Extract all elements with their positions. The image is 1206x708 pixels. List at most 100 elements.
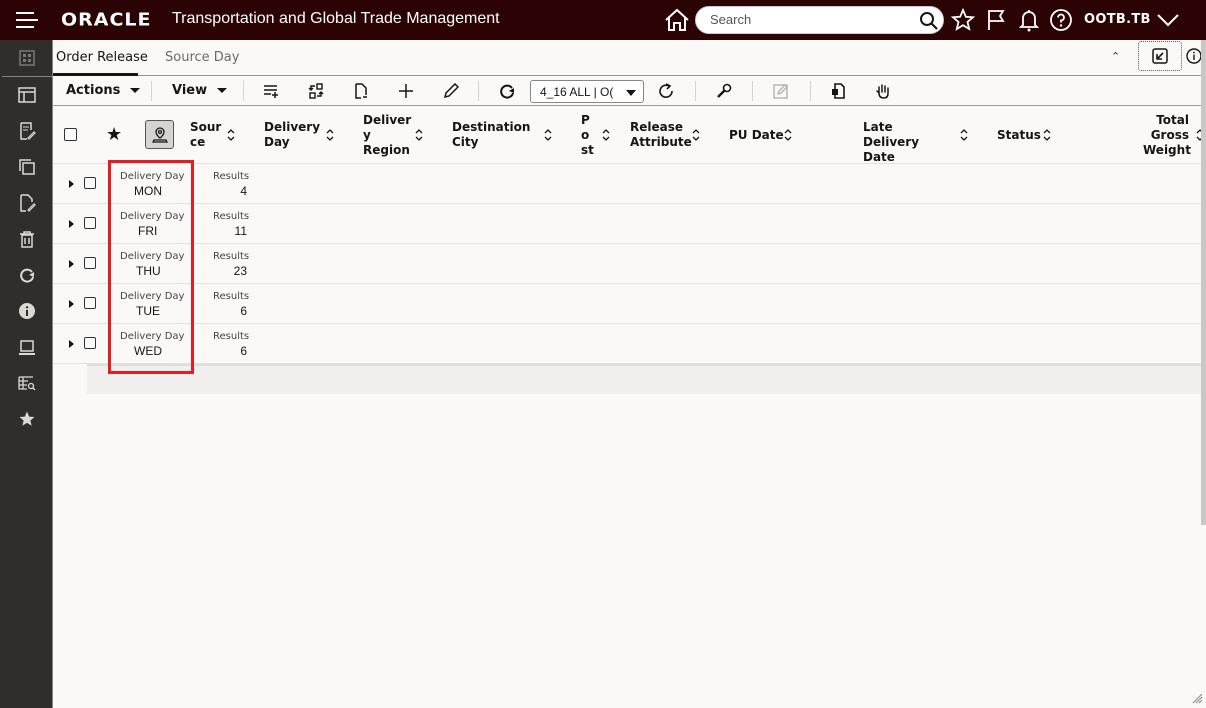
- column-header-delivery-region[interactable]: Deliver y Region: [363, 113, 411, 158]
- column-header-total-gross-weight[interactable]: Total Gross Weight: [1143, 113, 1191, 158]
- sidebar-edit-form-icon[interactable]: [17, 121, 37, 141]
- results-label: Results: [213, 211, 250, 222]
- sort-icon[interactable]: [227, 129, 235, 141]
- oracle-logo: ORACLE: [61, 9, 152, 31]
- notifications-bell-icon[interactable]: [1017, 8, 1041, 32]
- row-checkbox[interactable]: [84, 177, 96, 189]
- actions-menu-button[interactable]: Actions: [66, 83, 141, 98]
- wrench-icon[interactable]: [715, 82, 733, 100]
- map-button[interactable]: [145, 120, 174, 149]
- sort-icon[interactable]: [415, 129, 423, 141]
- caret-down-icon: [130, 88, 141, 93]
- toolbar-divider: [478, 81, 479, 101]
- column-header-delivery-day[interactable]: Delivery Day: [264, 120, 324, 150]
- sort-icon[interactable]: [692, 129, 700, 141]
- caret-down-icon: [626, 90, 636, 96]
- top-bar: ORACLE Transportation and Global Trade M…: [0, 0, 1206, 40]
- user-menu[interactable]: OOTB.TB: [1084, 12, 1151, 27]
- expand-row-icon[interactable]: [69, 300, 74, 308]
- detach-button[interactable]: [1138, 41, 1182, 71]
- expand-row-icon[interactable]: [69, 220, 74, 228]
- copy-document-icon[interactable]: [829, 82, 847, 100]
- edit-disabled-icon: [772, 82, 790, 100]
- add-row-icon[interactable]: [262, 82, 280, 100]
- swap-icon[interactable]: [307, 82, 325, 100]
- group-row: Delivery Day FRI Results 11: [53, 204, 1203, 244]
- column-header-late-delivery-date[interactable]: Late Delivery Date: [863, 120, 943, 165]
- add-icon[interactable]: [397, 82, 415, 100]
- expand-row-icon[interactable]: [69, 260, 74, 268]
- help-icon[interactable]: [1049, 8, 1073, 32]
- search-input[interactable]: [710, 12, 910, 27]
- collapse-up-icon[interactable]: ⌃: [1111, 50, 1120, 63]
- sidebar-favorites-star-icon[interactable]: [17, 409, 37, 429]
- search-icon[interactable]: [919, 11, 939, 31]
- caret-down-icon: [217, 88, 228, 93]
- vertical-scrollbar[interactable]: [1201, 40, 1206, 525]
- column-header-pu-date[interactable]: PU Date: [729, 128, 789, 143]
- results-count: 4: [240, 184, 247, 198]
- hamburger-menu-icon[interactable]: [16, 12, 38, 28]
- sidebar-edit-document-icon[interactable]: [17, 193, 37, 213]
- flag-icon[interactable]: [985, 8, 1009, 32]
- view-menu-button[interactable]: View: [172, 83, 228, 98]
- sort-icon[interactable]: [960, 129, 968, 141]
- toolbar-divider: [810, 81, 811, 101]
- edit-pencil-icon[interactable]: [442, 82, 460, 100]
- row-checkbox[interactable]: [84, 337, 96, 349]
- resize-grip-icon[interactable]: [1191, 692, 1203, 704]
- sort-icon[interactable]: [326, 129, 334, 141]
- results-label: Results: [213, 171, 250, 182]
- row-checkbox[interactable]: [84, 257, 96, 269]
- info-icon[interactable]: [1186, 48, 1202, 64]
- favorites-star-icon[interactable]: [951, 8, 975, 32]
- sidebar: [0, 40, 52, 708]
- expand-row-icon[interactable]: [69, 340, 74, 348]
- group-row: Delivery Day TUE Results 6: [53, 284, 1203, 324]
- sidebar-info-icon[interactable]: [17, 301, 37, 321]
- sort-icon[interactable]: [1043, 129, 1051, 141]
- column-header-post[interactable]: P o st: [581, 113, 594, 158]
- expand-row-icon[interactable]: [69, 180, 74, 188]
- sidebar-table-search-icon[interactable]: [17, 373, 37, 393]
- sidebar-layout-icon[interactable]: [17, 85, 37, 105]
- column-header-release-attribute[interactable]: Release Attribute: [630, 120, 692, 150]
- search-box[interactable]: [695, 6, 944, 34]
- favorite-column-star-icon[interactable]: ★: [106, 124, 122, 145]
- sidebar-screen-icon[interactable]: [17, 337, 37, 357]
- group-row: Delivery Day WED Results 6: [53, 324, 1203, 364]
- actions-label: Actions: [66, 83, 121, 98]
- hand-icon[interactable]: [874, 82, 892, 100]
- map-pin-icon: [151, 126, 168, 143]
- sort-icon[interactable]: [544, 129, 552, 141]
- column-header-source[interactable]: Sour ce: [190, 120, 221, 150]
- main-panel: Order Release Source Day ⌃ Actions View …: [52, 40, 1206, 708]
- reset-icon[interactable]: [498, 82, 516, 100]
- saved-query-select[interactable]: 4_16 ALL | O(: [530, 80, 644, 103]
- toolbar: Actions View 4_16 ALL | O(: [53, 76, 1203, 106]
- results-count: 23: [233, 264, 247, 278]
- select-all-checkbox[interactable]: [64, 128, 77, 141]
- chevron-down-icon[interactable]: [1156, 10, 1180, 30]
- refresh-icon[interactable]: [657, 82, 675, 100]
- results-label: Results: [213, 331, 250, 342]
- group-row: Delivery Day MON Results 4: [53, 164, 1203, 204]
- sidebar-refresh-icon[interactable]: [17, 265, 37, 285]
- sort-icon[interactable]: [784, 129, 792, 141]
- tab-source-day[interactable]: Source Day: [165, 50, 239, 65]
- column-header-status[interactable]: Status: [997, 128, 1047, 143]
- sidebar-dashboard-icon[interactable]: [17, 48, 37, 68]
- sidebar-copy-icon[interactable]: [17, 157, 37, 177]
- results-count: 6: [240, 344, 247, 358]
- remove-document-icon[interactable]: [352, 82, 370, 100]
- sidebar-delete-icon[interactable]: [17, 229, 37, 249]
- tab-order-release[interactable]: Order Release: [56, 50, 148, 65]
- results-label: Results: [213, 251, 250, 262]
- row-checkbox[interactable]: [84, 217, 96, 229]
- toolbar-divider: [695, 81, 696, 101]
- view-label: View: [172, 83, 208, 98]
- column-header-destination-city[interactable]: Destination City: [452, 120, 532, 150]
- sort-icon[interactable]: [602, 129, 610, 141]
- row-checkbox[interactable]: [84, 297, 96, 309]
- home-icon[interactable]: [664, 8, 690, 32]
